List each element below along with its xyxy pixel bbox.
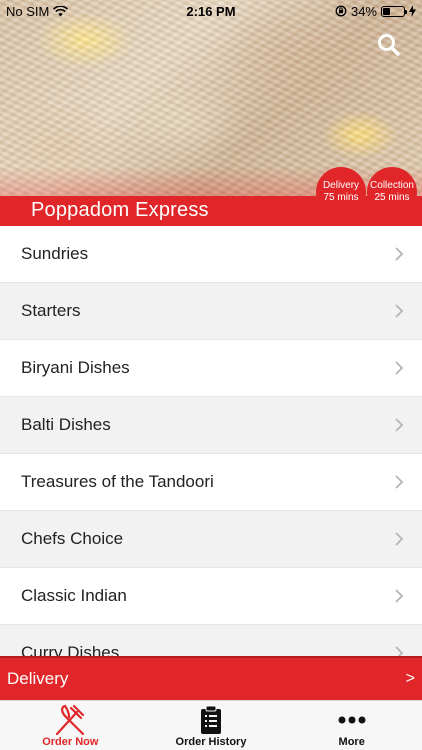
tab-label: Order Now <box>42 736 99 748</box>
category-row-biryani-dishes[interactable]: Biryani Dishes <box>0 340 422 397</box>
tab-more[interactable]: More <box>281 701 422 750</box>
delivery-time-badge: Delivery 75 mins <box>316 167 366 217</box>
chevron-right-icon <box>395 247 404 261</box>
category-label: Chefs Choice <box>21 529 124 548</box>
tab-order-now-icon-wrap <box>53 704 87 736</box>
chevron-right-icon <box>395 475 404 489</box>
chevron-right-icon <box>395 418 404 432</box>
tab-label: Order History <box>175 736 247 748</box>
restaurant-name: Poppadom Express <box>31 199 209 221</box>
category-label: Balti Dishes <box>21 415 111 434</box>
collection-time-badge: Collection 25 mins <box>367 167 417 217</box>
collection-badge-label: Collection <box>370 180 414 191</box>
search-button[interactable] <box>376 32 402 58</box>
collection-badge-time: 25 mins <box>374 192 410 203</box>
chevron-right-icon <box>395 532 404 546</box>
chevron-right-icon <box>395 361 404 375</box>
category-label: Starters <box>21 301 81 320</box>
tab-label: More <box>338 736 365 748</box>
category-row-treasures-of-the-tandoori[interactable]: Treasures of the Tandoori <box>0 454 422 511</box>
chevron-right-icon <box>395 646 404 656</box>
delivery-badge-time: 75 mins <box>323 192 359 203</box>
battery-icon <box>381 5 407 17</box>
category-label: Treasures of the Tandoori <box>21 472 214 491</box>
category-label: Classic Indian <box>21 586 127 605</box>
fork-knife-icon <box>56 704 85 736</box>
tab-order-now[interactable]: Order Now <box>0 701 141 750</box>
battery-fill <box>383 7 390 15</box>
category-row-curry-dishes[interactable]: Curry Dishes <box>0 625 422 656</box>
delivery-mode-label: Delivery <box>7 669 69 688</box>
chevron-right-icon <box>395 589 404 603</box>
category-row-balti-dishes[interactable]: Balti Dishes <box>0 397 422 454</box>
status-time: 2:16 PM <box>186 3 236 19</box>
tab-more-icon-wrap <box>338 704 366 736</box>
more-dots-icon <box>338 716 366 724</box>
clipboard-list-icon <box>201 705 221 734</box>
status-bar: No SIM 2:16 PM 34% <box>0 0 422 22</box>
tab-order-history[interactable]: Order History <box>141 701 282 750</box>
delivery-mode-bar[interactable]: Delivery > <box>0 656 422 700</box>
delivery-arrow: > <box>405 670 415 687</box>
category-row-starters[interactable]: Starters <box>0 283 422 340</box>
menu-category-list[interactable]: Sundries Starters Biryani Dishes Balti D… <box>0 226 422 656</box>
chevron-right-icon <box>395 304 404 318</box>
category-row-classic-indian[interactable]: Classic Indian <box>0 568 422 625</box>
delivery-badge-label: Delivery <box>322 180 360 191</box>
search-icon <box>378 34 400 56</box>
bottom-tab-bar: Order Now Order History More <box>0 700 422 750</box>
category-label: Biryani Dishes <box>21 358 130 377</box>
tab-order-history-icon-wrap <box>200 704 222 736</box>
category-row-sundries[interactable]: Sundries <box>0 226 422 283</box>
category-label: Curry Dishes <box>21 643 120 656</box>
category-label: Sundries <box>21 244 89 263</box>
category-row-chefs-choice[interactable]: Chefs Choice <box>0 511 422 568</box>
